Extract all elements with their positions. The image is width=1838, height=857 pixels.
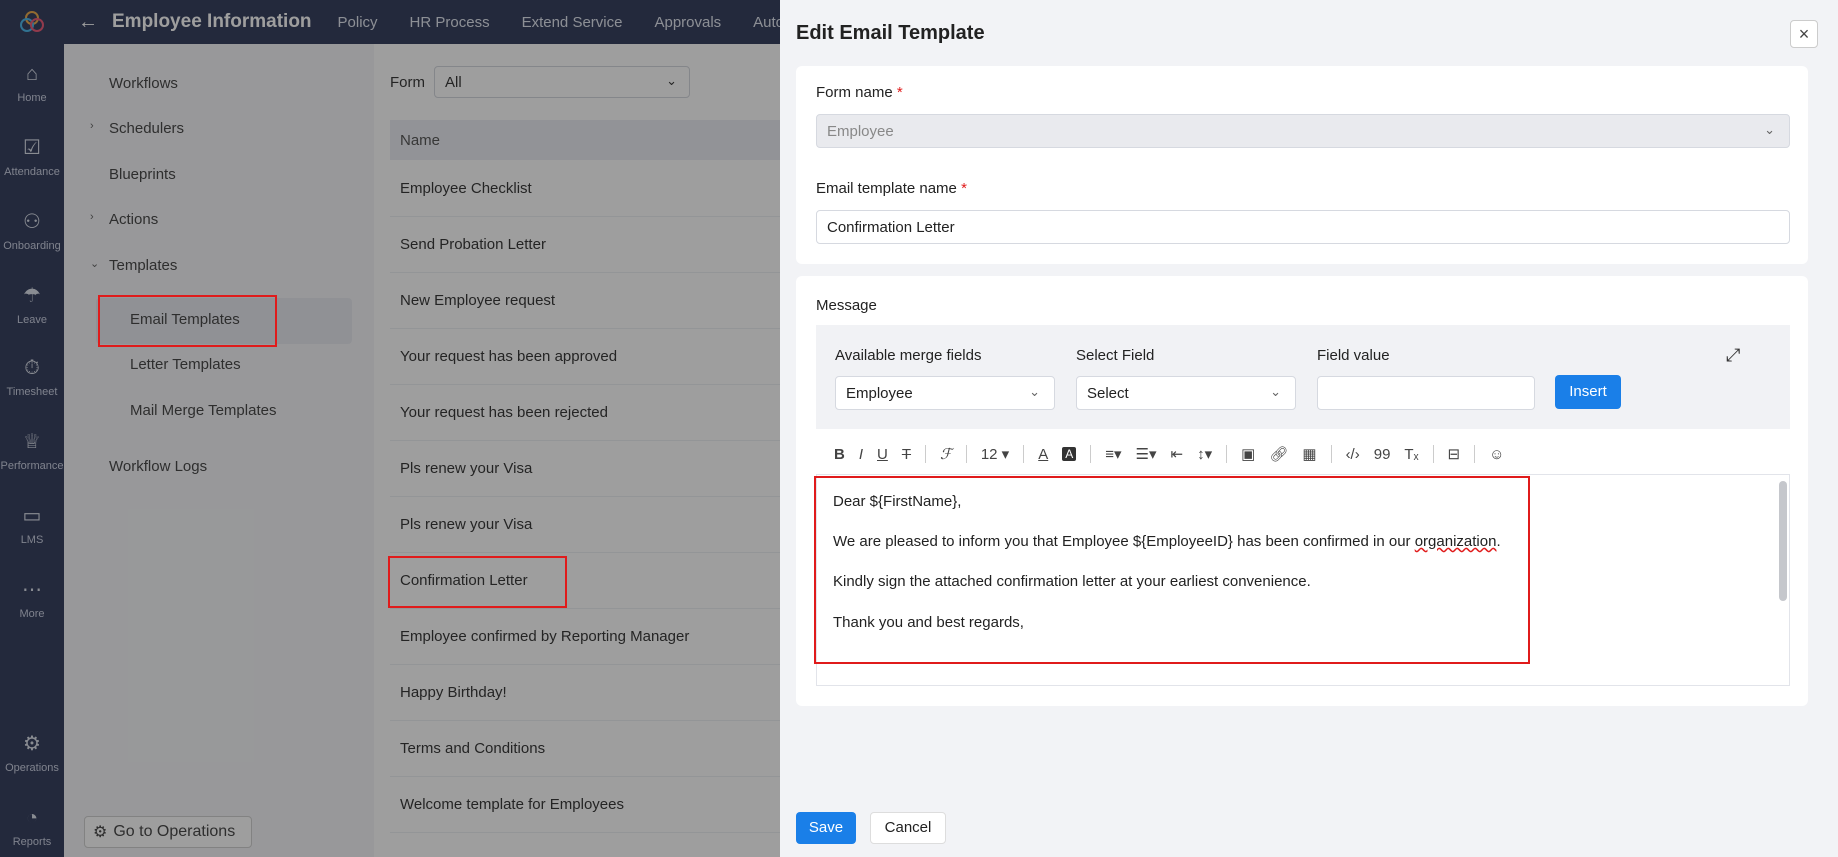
toolbar-divider: [1474, 445, 1476, 463]
text-color-icon[interactable]: A: [1038, 446, 1048, 463]
expand-icon[interactable]: ⤢: [1726, 345, 1740, 366]
link-icon[interactable]: 🔗︎: [1269, 445, 1288, 463]
template-details-card: Form name * Employee ⌄ Email template na…: [796, 66, 1808, 264]
merge-fields-panel: Available merge fields Employee ⌄ Select…: [816, 325, 1790, 429]
chevron-down-icon: ⌄: [1029, 384, 1040, 399]
strikethrough-icon[interactable]: T: [902, 446, 911, 463]
toolbar-divider: [1090, 445, 1092, 463]
field-value-label: Field value: [1317, 347, 1390, 364]
select-field-select[interactable]: Select ⌄: [1076, 376, 1296, 410]
highlight-box-message-body: [814, 476, 1530, 664]
outdent-icon[interactable]: ⇤: [1171, 445, 1184, 463]
insert-button[interactable]: Insert: [1555, 375, 1621, 409]
save-button[interactable]: Save: [796, 812, 856, 844]
page-break-icon[interactable]: ⊟: [1448, 445, 1461, 463]
toolbar-divider: [1226, 445, 1228, 463]
font-size-select[interactable]: 12 ▾: [981, 445, 1009, 463]
highlight-color-icon[interactable]: A: [1062, 447, 1077, 461]
editor-scrollbar[interactable]: [1779, 481, 1787, 601]
toolbar-divider: [965, 445, 967, 463]
close-button[interactable]: ×: [1790, 20, 1818, 48]
available-merge-fields-label: Available merge fields: [835, 347, 982, 364]
toolbar-divider: [925, 445, 927, 463]
table-icon[interactable]: ▦: [1302, 445, 1316, 463]
chevron-down-icon: ⌄: [1764, 122, 1775, 137]
email-template-name-label: Email template name *: [816, 180, 967, 197]
modal-backdrop: [0, 0, 780, 857]
bullet-list-icon[interactable]: ☰▾: [1136, 445, 1157, 463]
form-name-label: Form name *: [816, 84, 903, 101]
highlight-box-confirmation-letter: [388, 556, 567, 608]
highlight-box-email-templates: [98, 295, 277, 347]
clear-format-icon[interactable]: Tₓ: [1404, 446, 1418, 463]
line-height-icon[interactable]: ↕▾: [1197, 445, 1212, 463]
italic-icon[interactable]: I: [859, 446, 863, 463]
quote-icon[interactable]: 99: [1374, 446, 1391, 463]
cancel-button[interactable]: Cancel: [870, 812, 946, 844]
email-template-name-input[interactable]: Confirmation Letter: [816, 210, 1790, 244]
merge-fields-select[interactable]: Employee ⌄: [835, 376, 1055, 410]
chevron-down-icon: ⌄: [1270, 384, 1281, 399]
toolbar-divider: [1330, 445, 1332, 463]
toolbar-divider: [1023, 445, 1025, 463]
editor-toolbar: B I U T ℱ 12 ▾ A A ≡▾ ☰▾ ⇤ ↕▾ ▣ 🔗︎ ▦ ‹/›…: [816, 434, 1790, 474]
drawer-title: Edit Email Template: [796, 22, 985, 44]
font-family-icon[interactable]: ℱ: [940, 445, 952, 463]
emoji-icon[interactable]: ☺: [1489, 446, 1504, 463]
bold-icon[interactable]: B: [834, 446, 845, 463]
align-icon[interactable]: ≡▾: [1105, 445, 1121, 463]
form-name-select: Employee ⌄: [816, 114, 1790, 148]
field-value-input[interactable]: [1317, 376, 1535, 410]
toolbar-divider: [1432, 445, 1434, 463]
underline-icon[interactable]: U: [877, 446, 888, 463]
code-icon[interactable]: ‹/›: [1346, 446, 1360, 463]
image-icon[interactable]: ▣: [1241, 445, 1255, 463]
close-icon: ×: [1798, 24, 1810, 44]
edit-email-template-drawer: Edit Email Template × Form name * Employ…: [780, 0, 1838, 857]
message-label: Message: [816, 297, 877, 314]
select-field-label: Select Field: [1076, 347, 1155, 364]
